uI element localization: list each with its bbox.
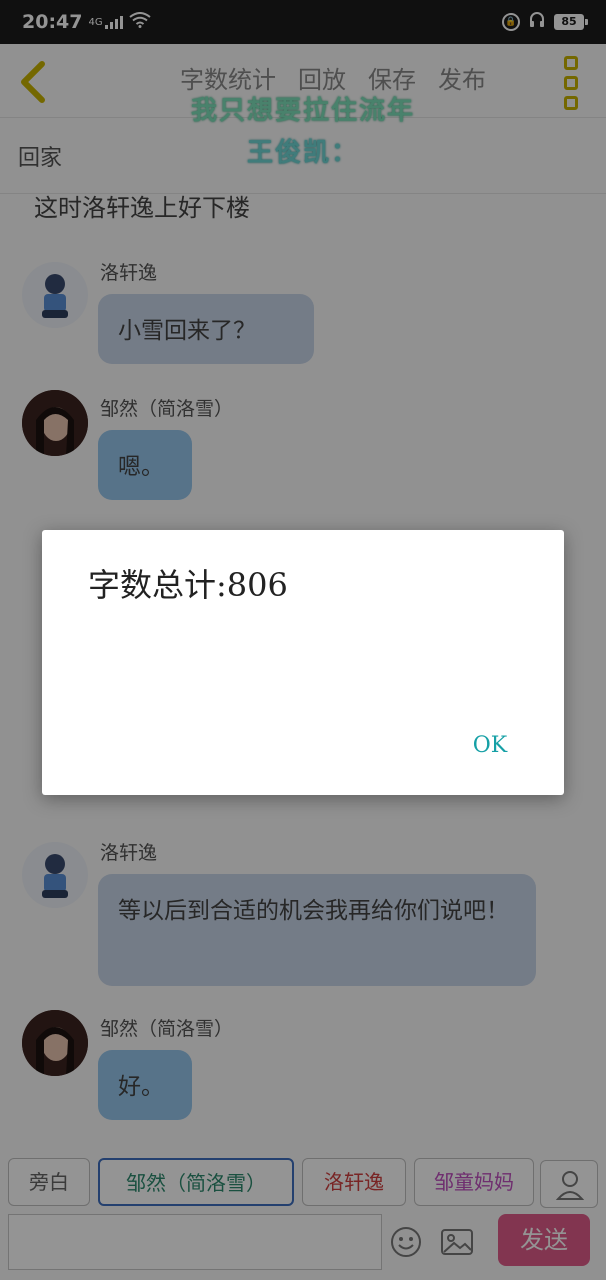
- word-count-dialog: 字数总计:806 OK: [42, 530, 564, 795]
- dialog-message: 字数总计:806: [88, 566, 288, 604]
- ok-button[interactable]: OK: [462, 726, 518, 766]
